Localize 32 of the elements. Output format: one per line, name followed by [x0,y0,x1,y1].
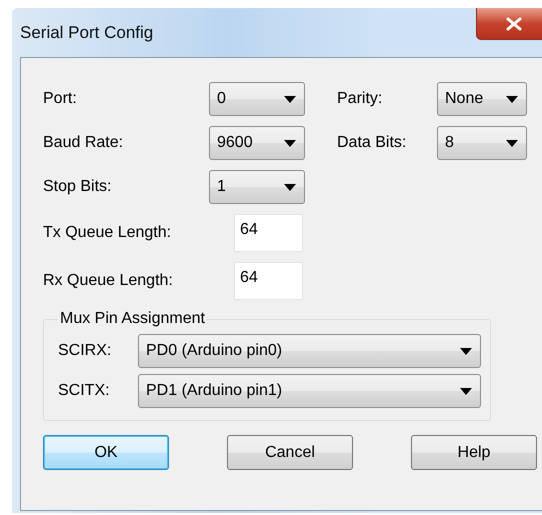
dropdown[interactable]: 8 [437,126,527,160]
input-field[interactable]: 64 [234,214,303,252]
field-label: Tx Queue Length: [43,224,172,242]
dialog-button[interactable]: Cancel [227,435,353,470]
dropdown[interactable]: PD0 (Arduino pin0) [138,334,481,368]
dropdown[interactable]: 1 [209,170,305,204]
group-legend: Mux Pin Assignment [58,310,207,328]
field-label: SCIRX: [58,342,112,360]
caret-icon [284,184,296,190]
field-label: SCITX: [58,382,111,400]
field-label: Baud Rate: [43,134,124,152]
field-label: Port: [43,90,78,108]
caret-icon [284,140,296,146]
field-label: Parity: [337,90,384,108]
dropdown[interactable]: None [437,82,527,116]
window-title: Serial Port Config [20,22,154,42]
dialog-button[interactable]: Help [411,435,537,470]
dropdown[interactable]: 0 [209,82,305,116]
dropdown[interactable]: 9600 [209,126,305,160]
caret-icon [460,348,472,354]
field-label: Rx Queue Length: [43,272,174,290]
caret-icon [506,140,518,146]
caret-icon [460,388,472,394]
field-label: Stop Bits: [43,178,112,196]
dialog-button[interactable]: OK [43,435,169,470]
dropdown[interactable]: PD1 (Arduino pin1) [138,374,481,408]
close-button[interactable] [476,8,542,40]
caret-icon [506,96,518,102]
field-label: Data Bits: [337,134,408,152]
caret-icon [284,96,296,102]
close-icon [505,16,523,30]
input-field[interactable]: 64 [234,262,303,300]
